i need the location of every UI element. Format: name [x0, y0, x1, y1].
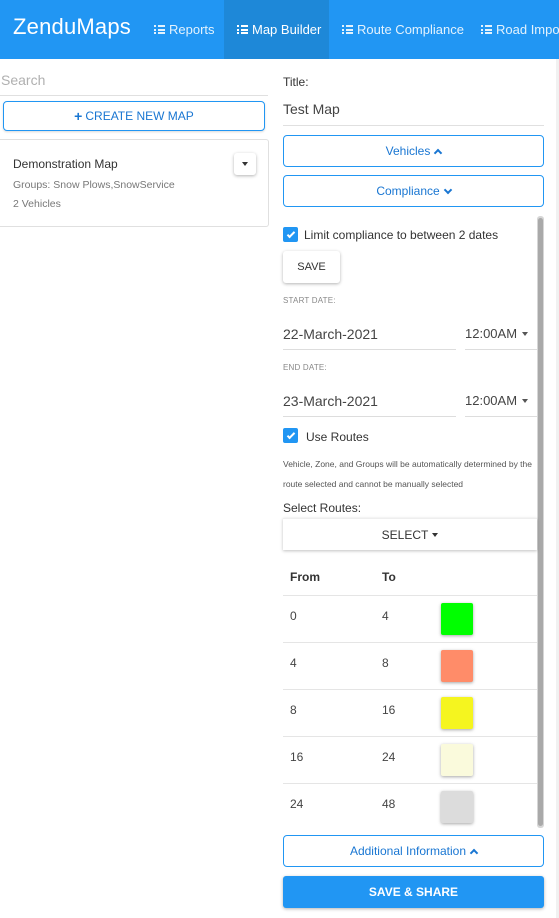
save-and-share-button[interactable]: SAVE & SHARE [283, 876, 544, 908]
list-icon [154, 25, 165, 34]
color-swatch[interactable] [441, 791, 473, 823]
nav-tab-label: Reports [169, 22, 215, 37]
create-new-map-button[interactable]: + CREATE NEW MAP [3, 101, 265, 131]
list-icon [481, 25, 492, 34]
title-underline [283, 125, 544, 126]
table-cell-to: 8 [382, 656, 389, 670]
compliance-label: Compliance [376, 184, 440, 198]
map-name: Demonstration Map [13, 157, 118, 171]
start-time-value: 12:00AM [465, 326, 518, 341]
chevron-down-icon [443, 185, 452, 194]
caret-down-icon [242, 162, 248, 166]
nav-tab-map-builder[interactable]: Map Builder [224, 0, 329, 59]
nav-tab-road-import[interactable]: Road Import [481, 0, 559, 59]
caret-down-icon [432, 532, 439, 537]
nav-tab-label: Map Builder [252, 22, 322, 37]
top-navbar: ZenduMaps Reports Map Builder Route Comp… [0, 0, 559, 59]
map-groups: Groups: Snow Plows,SnowService [13, 179, 175, 191]
nav-tab-label: Road Import [496, 22, 559, 37]
brand-logo[interactable]: ZenduMaps [13, 14, 131, 40]
list-icon [342, 25, 353, 34]
end-time-value: 12:00AM [465, 393, 518, 408]
map-options-dropdown[interactable] [234, 153, 256, 175]
select-routes-dropdown[interactable]: SELECT [283, 518, 537, 550]
table-cell-from: 4 [290, 656, 297, 670]
end-time-underline [465, 416, 537, 417]
end-time-select[interactable]: 12:00AM [465, 393, 529, 408]
plus-icon: + [74, 108, 83, 124]
end-date-underline [283, 416, 456, 417]
column-header-to: To [382, 570, 396, 584]
start-time-underline [465, 349, 537, 350]
caret-down-icon [522, 398, 529, 403]
title-input[interactable]: Test Map [283, 101, 340, 117]
caret-down-icon [522, 331, 529, 336]
chevron-up-icon [434, 148, 443, 157]
end-date-label: END DATE: [283, 363, 327, 372]
color-swatch[interactable] [441, 603, 473, 635]
use-routes-label: Use Routes [306, 430, 369, 444]
check-icon [286, 229, 295, 238]
title-label: Title: [283, 75, 309, 89]
map-list-item[interactable]: Demonstration Map Groups: Snow Plows,Sno… [0, 139, 269, 227]
color-swatch[interactable] [441, 744, 473, 776]
search-box [0, 66, 268, 96]
vehicles-toggle-button[interactable]: Vehicles [283, 135, 544, 167]
select-routes-label: Select Routes: [283, 501, 362, 515]
table-divider [283, 783, 537, 784]
limit-dates-label: Limit compliance to between 2 dates [304, 228, 499, 242]
table-cell-from: 16 [290, 750, 304, 764]
table-cell-from: 0 [290, 609, 297, 623]
start-date-label: START DATE: [283, 296, 336, 305]
additional-information-toggle[interactable]: Additional Information [283, 835, 544, 867]
table-cell-to: 16 [382, 703, 396, 717]
additional-information-label: Additional Information [349, 844, 467, 858]
table-cell-from: 24 [290, 797, 304, 811]
use-routes-checkbox[interactable] [283, 428, 298, 443]
table-cell-from: 8 [290, 703, 297, 717]
scrollbar-thumb[interactable] [538, 218, 543, 826]
table-cell-to: 48 [382, 797, 396, 811]
compliance-toggle-button[interactable]: Compliance [283, 175, 544, 207]
table-divider [283, 689, 537, 690]
table-divider [283, 736, 537, 737]
end-date-input[interactable]: 23-March-2021 [283, 393, 378, 409]
map-vehicle-count: 2 Vehicles [13, 198, 61, 210]
start-time-select[interactable]: 12:00AM [465, 326, 529, 341]
table-cell-to: 24 [382, 750, 396, 764]
column-header-from: From [290, 570, 320, 584]
list-icon [237, 25, 248, 34]
chevron-up-icon [469, 848, 479, 857]
color-swatch[interactable] [441, 697, 473, 729]
table-divider [283, 642, 537, 643]
nav-tab-reports[interactable]: Reports [154, 0, 222, 59]
select-routes-value: SELECT [381, 527, 429, 542]
start-date-input[interactable]: 22-March-2021 [283, 326, 378, 342]
vehicles-label: Vehicles [385, 144, 431, 158]
table-divider [283, 595, 537, 596]
nav-tab-label: Route Compliance [357, 22, 464, 37]
color-swatch[interactable] [441, 650, 473, 682]
nav-tab-route-compliance[interactable]: Route Compliance [342, 0, 467, 59]
limit-dates-checkbox[interactable] [283, 227, 298, 242]
search-input[interactable] [0, 66, 268, 94]
routes-help-text: Vehicle, Zone, and Groups will be automa… [283, 459, 532, 489]
check-icon [286, 430, 295, 439]
save-button[interactable]: SAVE [283, 251, 340, 283]
create-new-map-label: CREATE NEW MAP [85, 109, 194, 123]
table-cell-to: 4 [382, 609, 389, 623]
start-date-underline [283, 349, 456, 350]
